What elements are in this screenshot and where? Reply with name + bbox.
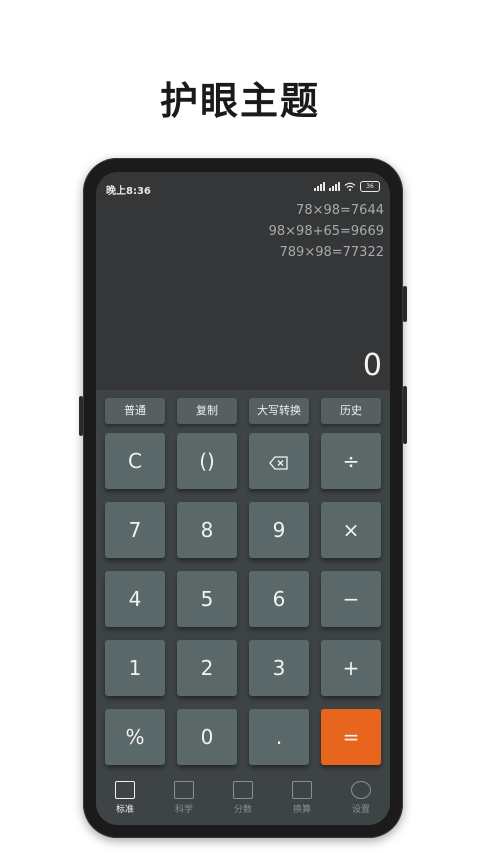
conversion-icon [292,781,312,799]
status-icons: 36 [314,181,380,192]
gear-icon [351,781,371,799]
digit-8-button[interactable]: 8 [177,502,237,558]
digit-2-button[interactable]: 2 [177,640,237,696]
promo-headline: 护眼主题 [159,79,320,123]
fraction-icon [233,781,253,799]
status-bar: 晚上8:36 36 [96,172,390,200]
digit-7-button[interactable]: 7 [105,502,165,558]
plus-button[interactable]: + [321,640,381,696]
power-button [79,396,83,436]
uppercase-convert-button[interactable]: 大写转换 [249,398,309,424]
calculator-screen: 晚上8:36 36 78×98=7644 98×98+65=9669 789×9… [96,172,390,825]
digit-5-button[interactable]: 5 [177,571,237,627]
result-display: 0 [362,348,382,383]
parenthesis-button[interactable]: () [177,433,237,489]
clear-button[interactable]: C [105,433,165,489]
bottom-nav: 标准 科学 分数 换算 设置 [96,775,390,825]
history-item[interactable]: 78×98=7644 [269,200,384,221]
keypad: 普通 复制 大写转换 历史 C () ÷ 7 8 9 × 4 5 6 − 1 2… [96,390,390,825]
divide-button[interactable]: ÷ [321,433,381,489]
digit-3-button[interactable]: 3 [249,640,309,696]
digit-6-button[interactable]: 6 [249,571,309,627]
scientific-icon [174,781,194,799]
nav-scientific[interactable]: 科学 [155,775,213,825]
history-item[interactable]: 98×98+65=9669 [269,221,384,242]
history-button[interactable]: 历史 [321,398,381,424]
digit-0-button[interactable]: 0 [177,709,237,765]
copy-button[interactable]: 复制 [177,398,237,424]
backspace-button[interactable] [249,433,309,489]
nav-label: 分数 [233,805,252,815]
nav-label: 科学 [174,805,193,815]
nav-fraction[interactable]: 分数 [214,775,272,825]
digit-4-button[interactable]: 4 [105,571,165,627]
history-list: 78×98=7644 98×98+65=9669 789×98=77322 [269,200,384,263]
volume-button-lower [403,386,407,444]
battery-icon: 36 [360,181,380,192]
nav-label: 换算 [292,805,311,815]
nav-label: 标准 [115,805,134,815]
wifi-icon [344,182,356,191]
percent-button[interactable]: % [105,709,165,765]
nav-settings[interactable]: 设置 [332,775,390,825]
digit-9-button[interactable]: 9 [249,502,309,558]
nav-conversion[interactable]: 换算 [273,775,331,825]
backspace-icon [269,455,288,470]
signal-icon-2 [329,182,340,191]
nav-label: 设置 [351,805,370,815]
calculator-icon [115,781,135,799]
digit-1-button[interactable]: 1 [105,640,165,696]
nav-standard[interactable]: 标准 [96,775,154,825]
volume-button [403,286,407,322]
decimal-point-button[interactable]: . [249,709,309,765]
multiply-button[interactable]: × [321,502,381,558]
status-time: 晚上8:36 [106,186,151,197]
mode-normal-button[interactable]: 普通 [105,398,165,424]
signal-icon [314,182,325,191]
minus-button[interactable]: − [321,571,381,627]
history-item[interactable]: 789×98=77322 [269,242,385,263]
equals-button[interactable]: = [321,709,381,765]
